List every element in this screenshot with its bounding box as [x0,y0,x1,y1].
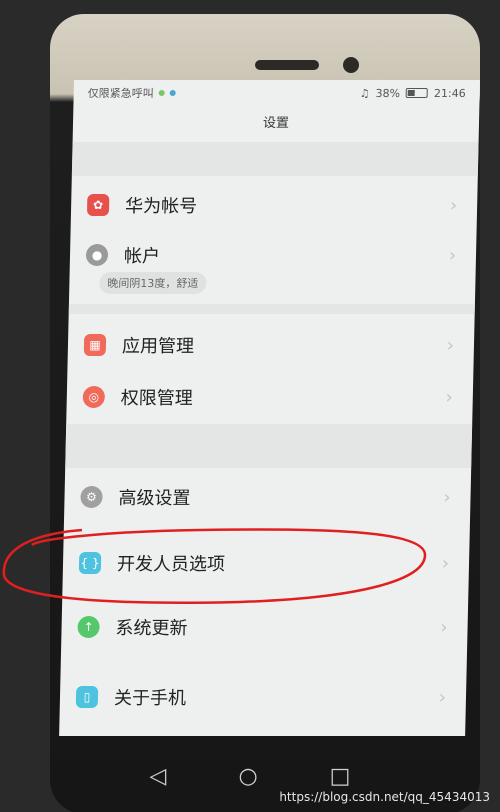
chevron-right-icon: › [438,686,447,708]
vibrate-icon: ♫ [359,86,370,100]
settings-item-advanced[interactable]: ⚙ 高级设置 › [64,472,471,522]
apps-grid-icon: ▦ [83,334,107,356]
status-dot-icon [158,90,165,96]
item-label: 帐户 [123,246,161,267]
settings-item-developer-options[interactable]: { } 开发人员选项 › [62,538,469,588]
gear-icon: ⚙ [80,486,103,508]
section-divider [71,142,479,176]
status-bar: 仅限紧急呼叫 ♫ 38% 21:46 [73,80,480,106]
chevron-right-icon: › [445,386,454,408]
page-title: 设置 [262,116,290,131]
permission-icon: ◎ [82,386,106,408]
item-label: 华为帐号 [124,196,198,217]
settings-item-app-management[interactable]: ▦ 应用管理 › [67,320,474,370]
user-icon: ● [85,244,109,266]
section-divider [65,424,473,468]
account-hint-badge: 晚间阴13度，舒适 [99,272,207,294]
item-label: 应用管理 [121,336,195,357]
settings-item-permissions[interactable]: ◎ 权限管理 › [66,372,473,422]
item-label: 开发人员选项 [116,554,226,575]
home-button[interactable]: ○ [238,764,257,789]
chevron-right-icon: › [449,194,458,216]
earpiece [255,60,319,70]
phone-icon: ▯ [75,686,99,708]
battery-percent: 38% [375,86,401,100]
watermark: https://blog.csdn.net/qq_45434013 [279,790,490,804]
chevron-right-icon: › [443,486,451,508]
item-label: 系统更新 [115,618,188,639]
update-arrow-icon: ↑ [77,616,100,638]
status-dot-icon [169,90,176,96]
chevron-right-icon: › [441,552,450,574]
clock: 21:46 [433,86,466,100]
carrier-text: 仅限紧急呼叫 [87,87,154,100]
chevron-right-icon: › [440,616,448,638]
chevron-right-icon: › [448,244,457,266]
phone-screen: 仅限紧急呼叫 ♫ 38% 21:46 设置 ✿ 华为帐号 › ● 帐户 › 晚间… [59,80,480,736]
settings-item-system-update[interactable]: ↑ 系统更新 › [61,602,468,652]
battery-icon [405,88,429,98]
section-divider [68,304,475,314]
front-camera [343,57,359,73]
chevron-right-icon: › [446,334,455,356]
settings-item-about-phone[interactable]: ▯ 关于手机 › [59,672,466,722]
item-label: 高级设置 [118,488,191,509]
item-label: 权限管理 [120,388,194,409]
back-button[interactable]: ◁ [150,764,167,789]
huawei-logo-icon: ✿ [86,194,110,216]
recent-apps-button[interactable]: □ [330,764,351,789]
item-label: 关于手机 [113,688,187,709]
braces-icon: { } [78,552,102,574]
settings-item-huawei-account[interactable]: ✿ 华为帐号 › [71,180,478,230]
